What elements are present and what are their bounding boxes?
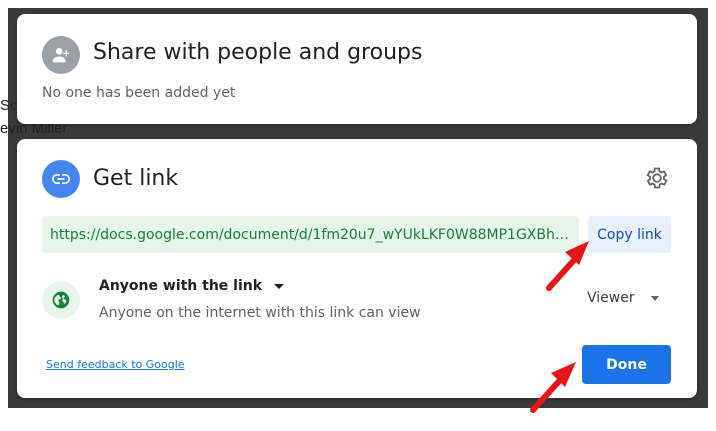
annotation-arrows [530, 241, 589, 413]
annotation-arrow-copy-link [546, 241, 589, 291]
annotation-arrow-done [530, 362, 576, 413]
